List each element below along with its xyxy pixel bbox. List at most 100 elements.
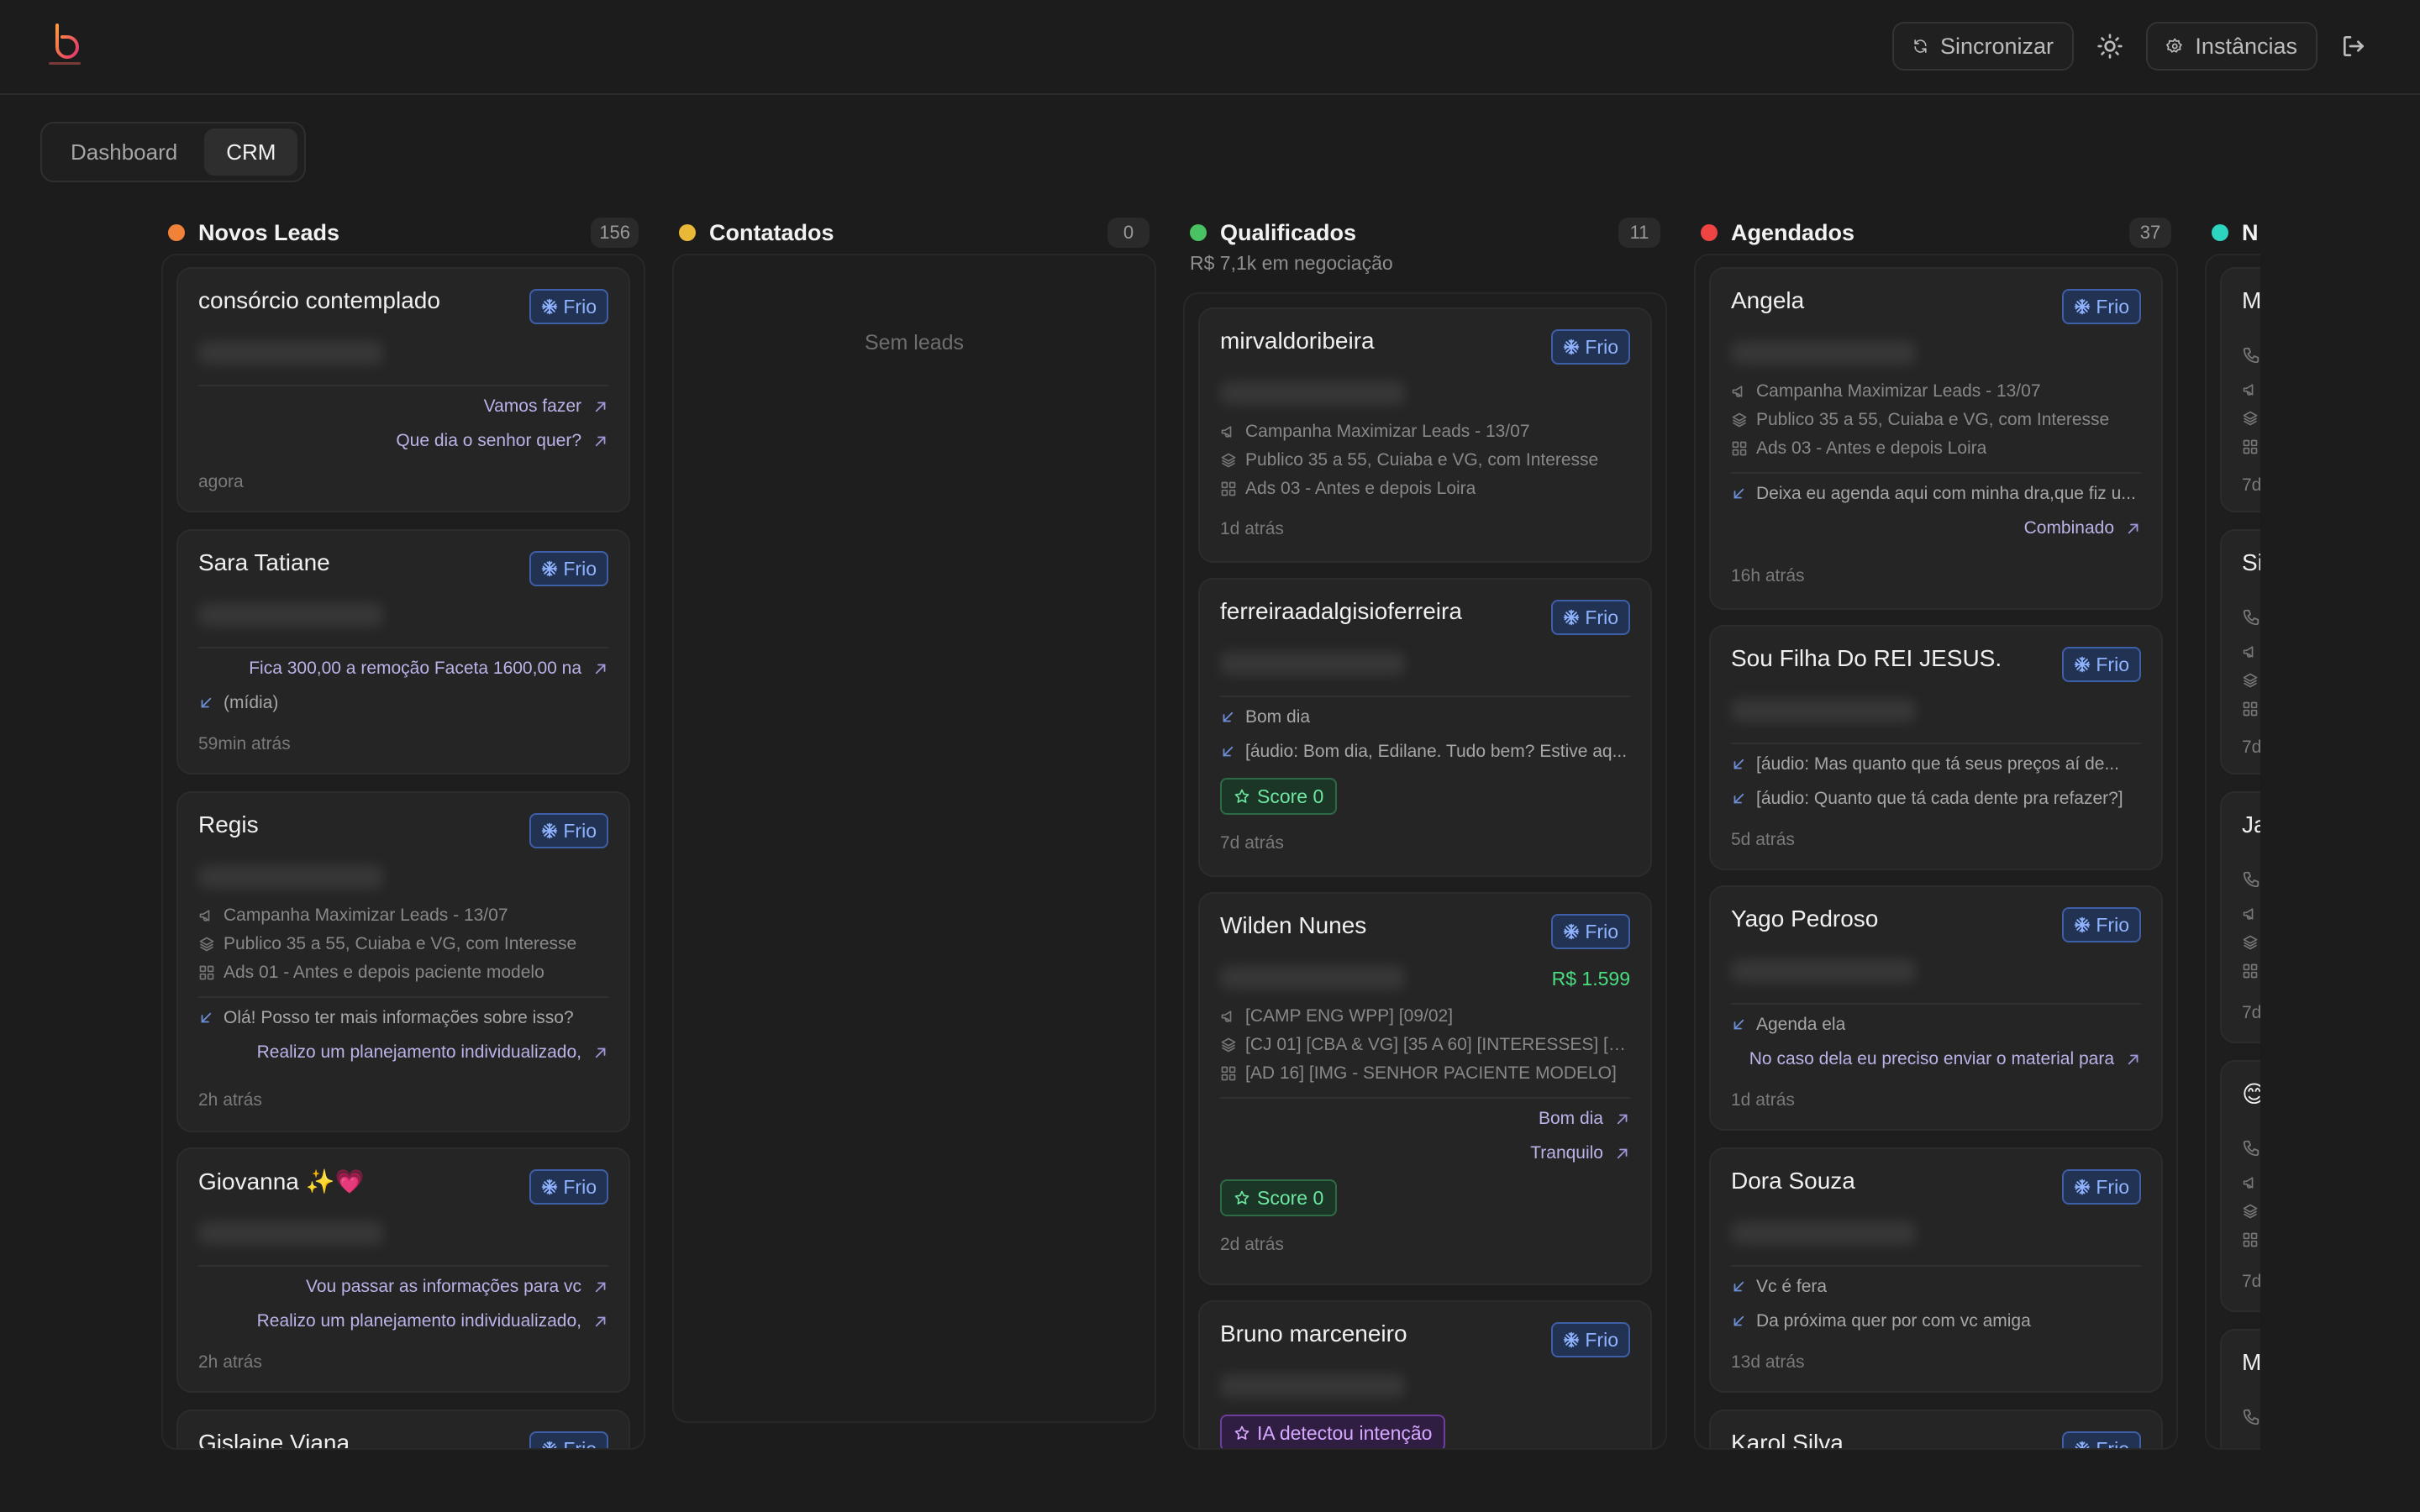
lead-card[interactable]: ferreiraadalgisioferreira Frio Bom dia [… <box>1198 578 1652 877</box>
divider <box>1731 472 2141 474</box>
last-activity-time: 7d <box>2242 1272 2260 1291</box>
arrow-up-right-icon <box>593 1314 608 1329</box>
lead-card[interactable]: mirvaldoribeira Frio Campanha Maximizar … <box>1198 307 1652 563</box>
theme-toggle[interactable] <box>2091 27 2129 66</box>
arrow-up-right-icon <box>2126 1052 2141 1067</box>
brand-logo[interactable] <box>39 22 91 69</box>
lead-card[interactable]: M 7d <box>2220 267 2260 512</box>
phone-number-blurred <box>198 865 383 889</box>
layers-icon <box>2242 672 2259 689</box>
lead-card[interactable]: Regis Frio Campanha Maximizar Leads - 13… <box>176 791 630 1132</box>
grid-icon <box>1731 440 1748 457</box>
campaign-info: Campanha Maximizar Leads - 13/07 <box>1731 381 2141 402</box>
divider <box>198 385 608 386</box>
layers-icon <box>2242 934 2259 951</box>
campaign-info <box>2242 1174 2260 1191</box>
instances-button[interactable]: Instâncias <box>2146 22 2317 71</box>
phone-number-blurred <box>1731 1221 1916 1245</box>
sun-icon <box>2097 34 2123 59</box>
column-body: mirvaldoribeira Frio Campanha Maximizar … <box>1183 292 1667 1450</box>
lead-card[interactable]: 😊 7d <box>2220 1060 2260 1312</box>
lead-name: Sou Filha Do REI JESUS. <box>1731 645 2002 671</box>
campaign-info <box>2242 643 2260 660</box>
snowflake-icon <box>541 822 558 839</box>
tab-crm[interactable]: CRM <box>204 129 298 176</box>
grid-icon <box>2242 963 2259 979</box>
last-activity-time: 1d atrás <box>1731 1090 1795 1110</box>
phone-number-blurred <box>1220 652 1405 675</box>
incoming-message: Deixa eu agenda aqui com minha dra,que f… <box>1731 484 2141 504</box>
divider <box>1220 696 1630 697</box>
temperature-badge: Frio <box>2062 907 2141 942</box>
star-icon <box>1234 788 1250 805</box>
lead-card[interactable]: Giovanna ✨💗 Frio Vou passar as informaçõ… <box>176 1147 630 1393</box>
outgoing-message: Tranquilo <box>1220 1143 1630 1163</box>
lead-card[interactable]: Bruno marceneiro Frio IA detectou intenç… <box>1198 1300 1652 1448</box>
layers-icon <box>1220 452 1237 469</box>
temperature-badge: Frio <box>1551 329 1630 365</box>
layers-icon <box>198 936 215 953</box>
refresh-icon <box>1914 39 1927 53</box>
incoming-message: Da próxima quer por com vc amiga <box>1731 1311 2141 1331</box>
megaphone-icon <box>2242 643 2259 660</box>
negotiation-total: R$ 7,1k em negociação <box>1190 252 1393 274</box>
column-novos-leads: Novos Leads 156 consórcio contemplado Fr… <box>160 202 645 1450</box>
snowflake-icon <box>541 298 558 315</box>
temperature-badge: Frio <box>2062 647 2141 682</box>
lead-card[interactable]: Ja 7d <box>2220 791 2260 1043</box>
ad-info <box>2242 1231 2260 1248</box>
column-title: Qualificados <box>1220 219 1357 245</box>
megaphone-icon <box>1220 423 1237 440</box>
score-badge: Score 0 <box>1220 778 1338 815</box>
outgoing-message: Vou passar as informações para vc <box>198 1277 608 1297</box>
incoming-message: Agenda ela <box>1731 1015 2141 1035</box>
divider <box>198 996 608 998</box>
column-header: Agendados 37 <box>1701 212 2178 254</box>
lead-card[interactable]: Gislaine Viana Frio <box>176 1410 630 1448</box>
status-dot <box>1701 224 1718 241</box>
top-bar: Sincronizar Instâncias <box>0 0 2420 95</box>
column-header: Contatados 0 <box>679 212 1156 254</box>
lead-card[interactable]: Yago Pedroso Frio Agenda ela No caso del… <box>1709 885 2163 1131</box>
layers-icon <box>2242 1203 2259 1220</box>
divider <box>1731 1265 2141 1267</box>
phone-number-blurred <box>1731 341 1916 365</box>
lead-card[interactable]: Wilden Nunes Frio R$ 1.599 [CAMP ENG WPP… <box>1198 892 1652 1285</box>
temperature-badge: Frio <box>2062 289 2141 324</box>
outgoing-message: Combinado <box>1731 518 2141 538</box>
grid-icon <box>2242 1231 2259 1248</box>
logout-button[interactable] <box>2334 27 2373 66</box>
audience-info: Publico 35 a 55, Cuiaba e VG, com Intere… <box>1731 410 2141 430</box>
kanban-board: Novos Leads 156 consórcio contemplado Fr… <box>160 202 2260 1450</box>
sync-button[interactable]: Sincronizar <box>1892 22 2074 71</box>
arrow-up-right-icon <box>1615 1111 1630 1126</box>
lead-name: 😊 <box>2242 1080 2260 1108</box>
tab-dashboard[interactable]: Dashboard <box>49 129 199 176</box>
lead-card[interactable]: Karol Silva Frio <box>1709 1410 2163 1448</box>
arrow-down-left-icon <box>1220 744 1235 759</box>
incoming-message: Bom dia <box>1220 707 1630 727</box>
audience-info <box>2242 672 2260 689</box>
column-next: N M 7d Si 7d Ja <box>2203 202 2260 1450</box>
lead-card[interactable]: consórcio contemplado Frio Vamos fazer Q… <box>176 267 630 512</box>
lead-card[interactable]: M <box>2220 1329 2260 1448</box>
ad-info: [AD 16] [IMG - SENHOR PACIENTE MODELO] <box>1220 1063 1630 1084</box>
last-activity-time: 13d atrás <box>1731 1352 1805 1372</box>
ad-info <box>2242 701 2260 717</box>
phone-icon <box>2242 608 2260 627</box>
temperature-badge: Frio <box>1551 914 1630 949</box>
lead-card[interactable]: Si 7d <box>2220 529 2260 774</box>
lead-card[interactable]: Sou Filha Do REI JESUS. Frio [áudio: Mas… <box>1709 625 2163 870</box>
last-activity-time: 2d atrás <box>1220 1235 1284 1254</box>
arrow-up-right-icon <box>593 433 608 449</box>
lead-card[interactable]: Sara Tatiane Frio Fica 300,00 a remoção … <box>176 529 630 774</box>
snowflake-icon <box>1563 609 1580 626</box>
grid-icon <box>2242 701 2259 717</box>
last-activity-time: 7d <box>2242 1003 2260 1022</box>
lead-card[interactable]: Angela Frio Campanha Maximizar Leads - 1… <box>1709 267 2163 610</box>
arrow-down-left-icon <box>198 696 213 711</box>
arrow-down-left-icon <box>1731 757 1746 772</box>
status-dot <box>168 224 185 241</box>
lead-card[interactable]: Dora Souza Frio Vc é fera Da próxima que… <box>1709 1147 2163 1393</box>
campaign-info: Campanha Maximizar Leads - 13/07 <box>1220 422 1630 442</box>
